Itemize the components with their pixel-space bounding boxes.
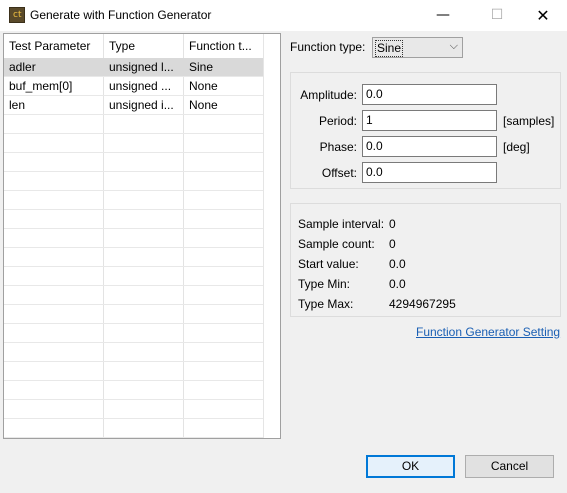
empty-table-row <box>4 191 263 210</box>
empty-table-row <box>4 324 263 343</box>
type-min-value: 0.0 <box>389 277 406 291</box>
cell-function: None <box>189 98 218 112</box>
empty-table-row <box>4 305 263 324</box>
window-title: Generate with Function Generator <box>30 8 212 22</box>
close-button[interactable]: ✕ <box>520 0 566 31</box>
empty-table-row <box>4 115 263 134</box>
type-min-label: Type Min: <box>298 277 351 291</box>
empty-table-row <box>4 210 263 229</box>
phase-input[interactable]: 0.0 <box>362 136 497 157</box>
parameter-table[interactable]: Test Parameter Type Function t... adler … <box>3 33 281 439</box>
empty-table-row <box>4 343 263 362</box>
cell-param: adler <box>9 60 36 74</box>
cell-param: buf_mem[0] <box>9 79 73 93</box>
cell-type: unsigned l... <box>109 60 174 74</box>
table-header: Test Parameter Type Function t... <box>4 34 280 58</box>
cell-type: unsigned ... <box>109 79 172 93</box>
start-value-label: Start value: <box>298 257 359 271</box>
maximize-button[interactable]: ☐ <box>474 0 520 31</box>
minimize-button[interactable]: — <box>420 0 466 31</box>
title-bar: ct Generate with Function Generator — ☐ … <box>0 0 567 31</box>
sample-interval-value: 0 <box>389 217 396 231</box>
function-type-select[interactable]: Sine ⌵ <box>372 37 463 58</box>
amplitude-input[interactable]: 0.0 <box>362 84 497 105</box>
offset-input[interactable]: 0.0 <box>362 162 497 183</box>
chevron-down-icon: ⌵ <box>449 39 458 52</box>
app-icon: ct <box>9 7 25 23</box>
table-scrollbar[interactable] <box>263 34 280 438</box>
empty-table-row <box>4 400 263 419</box>
cell-param: len <box>9 98 26 112</box>
phase-label: Phase: <box>319 140 357 154</box>
function-type-label: Function type: <box>290 40 366 54</box>
sample-count-label: Sample count: <box>298 237 375 251</box>
ok-button[interactable]: OK <box>366 455 455 478</box>
sample-count-value: 0 <box>389 237 396 251</box>
empty-table-row <box>4 248 263 267</box>
empty-table-row <box>4 286 263 305</box>
empty-table-row <box>4 134 263 153</box>
empty-table-row <box>4 267 263 286</box>
period-input[interactable]: 1 <box>362 110 497 131</box>
column-header-function-type[interactable]: Function t... <box>184 34 263 58</box>
table-row[interactable]: adler unsigned l... Sine <box>4 58 263 77</box>
sample-interval-label: Sample interval: <box>298 217 385 231</box>
empty-table-row <box>4 172 263 191</box>
empty-table-row <box>4 153 263 172</box>
table-row[interactable]: len unsigned i... None <box>4 96 263 115</box>
cancel-button[interactable]: Cancel <box>465 455 554 478</box>
amplitude-label: Amplitude: <box>300 88 357 102</box>
period-unit: [samples] <box>503 114 555 128</box>
function-generator-setting-link[interactable]: Function Generator Setting <box>416 325 560 339</box>
empty-table-row <box>4 381 263 400</box>
table-row[interactable]: buf_mem[0] unsigned ... None <box>4 77 263 96</box>
app-icon-text: ct <box>13 10 22 20</box>
column-header-test-parameter[interactable]: Test Parameter <box>4 34 103 58</box>
period-label: Period: <box>318 114 357 128</box>
phase-unit: [deg] <box>503 140 530 154</box>
empty-table-row <box>4 419 263 438</box>
offset-label: Offset: <box>321 166 357 180</box>
type-max-value: 4294967295 <box>389 297 456 311</box>
function-type-value: Sine <box>375 40 404 57</box>
empty-table-row <box>4 229 263 248</box>
cell-type: unsigned i... <box>109 98 174 112</box>
cell-function: None <box>189 79 218 93</box>
type-max-label: Type Max: <box>298 297 354 311</box>
start-value-value: 0.0 <box>389 257 406 271</box>
empty-table-row <box>4 362 263 381</box>
cell-function: Sine <box>189 60 214 74</box>
column-header-type[interactable]: Type <box>104 34 183 58</box>
